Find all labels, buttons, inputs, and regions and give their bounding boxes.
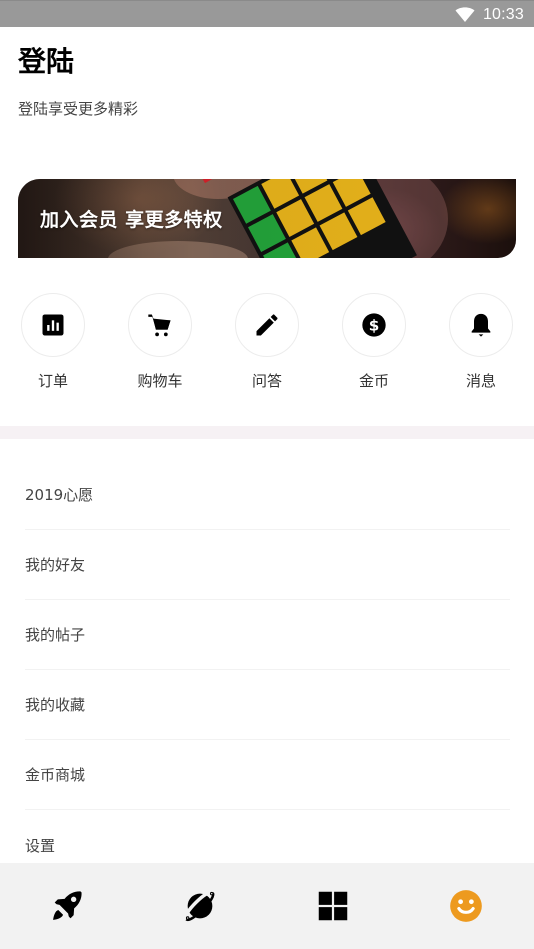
menu-item-label: 设置: [25, 836, 56, 855]
menu-list: 2019心愿 我的好友 我的帖子 我的收藏 金币商城 设置: [25, 460, 510, 880]
menu-item-label: 2019心愿: [25, 486, 94, 504]
tab-categories[interactable]: [266, 863, 399, 949]
wifi-icon: [455, 7, 475, 23]
menu-item-label: 我的好友: [25, 556, 86, 574]
pencil-icon: [256, 314, 278, 336]
quick-action-messages[interactable]: 消息: [440, 293, 520, 393]
quick-action-cart[interactable]: 购物车: [119, 293, 199, 393]
smiley-face: [449, 890, 482, 922]
banner-text: 加入会员 享更多特权: [40, 209, 223, 231]
planet-icon: [183, 890, 214, 922]
status-icons: 10:33: [455, 4, 524, 26]
status-bar: 10:33: [0, 0, 534, 27]
quick-action-orders[interactable]: 订单: [12, 293, 92, 393]
status-time: 10:33: [482, 6, 524, 23]
section-divider: [0, 426, 534, 439]
smiley-icon: [449, 890, 482, 922]
menu-item-label: 我的帖子: [25, 626, 86, 644]
dollar-coin-icon: $: [362, 313, 386, 337]
membership-banner[interactable]: 加入会员 享更多特权: [18, 179, 516, 258]
menu-item-label: 金币商城: [25, 766, 86, 784]
quick-action-circle: [128, 293, 192, 357]
bar-chart-icon: [42, 314, 64, 336]
menu-item-wishes[interactable]: 2019心愿: [25, 460, 510, 530]
page-title[interactable]: 登陆: [18, 40, 74, 80]
quick-action-circle: $: [342, 293, 406, 357]
bell-icon: [471, 313, 491, 337]
tab-profile[interactable]: [399, 863, 532, 949]
quick-action-label: 消息: [465, 372, 496, 390]
tab-discover[interactable]: [0, 863, 133, 949]
page-subtitle: 登陆享受更多精彩: [18, 100, 139, 118]
quick-action-qa[interactable]: 问答: [226, 293, 306, 393]
quick-actions: 订单 购物车 问答 $ 金币 消息: [0, 293, 534, 393]
bottom-tab-bar: [0, 863, 534, 949]
quick-action-label: 购物车: [137, 372, 183, 390]
quick-action-label: 订单: [37, 372, 68, 390]
menu-item-posts[interactable]: 我的帖子: [25, 600, 510, 670]
quick-action-label: 金币: [358, 372, 389, 390]
grid-icon: [318, 891, 347, 921]
quick-action-coins[interactable]: $ 金币: [333, 293, 413, 393]
tab-explore[interactable]: [133, 863, 266, 949]
menu-item-favorites[interactable]: 我的收藏: [25, 670, 510, 740]
quick-action-circle: [235, 293, 299, 357]
svg-text:$: $: [369, 316, 380, 334]
menu-item-friends[interactable]: 我的好友: [25, 530, 510, 600]
shopping-cart-icon: [148, 314, 171, 337]
quick-action-label: 问答: [251, 372, 282, 390]
quick-action-circle: [449, 293, 513, 357]
menu-item-label: 我的收藏: [25, 696, 86, 714]
menu-item-coin-mall[interactable]: 金币商城: [25, 740, 510, 810]
rocket-icon: [51, 891, 82, 921]
quick-action-circle: [21, 293, 85, 357]
